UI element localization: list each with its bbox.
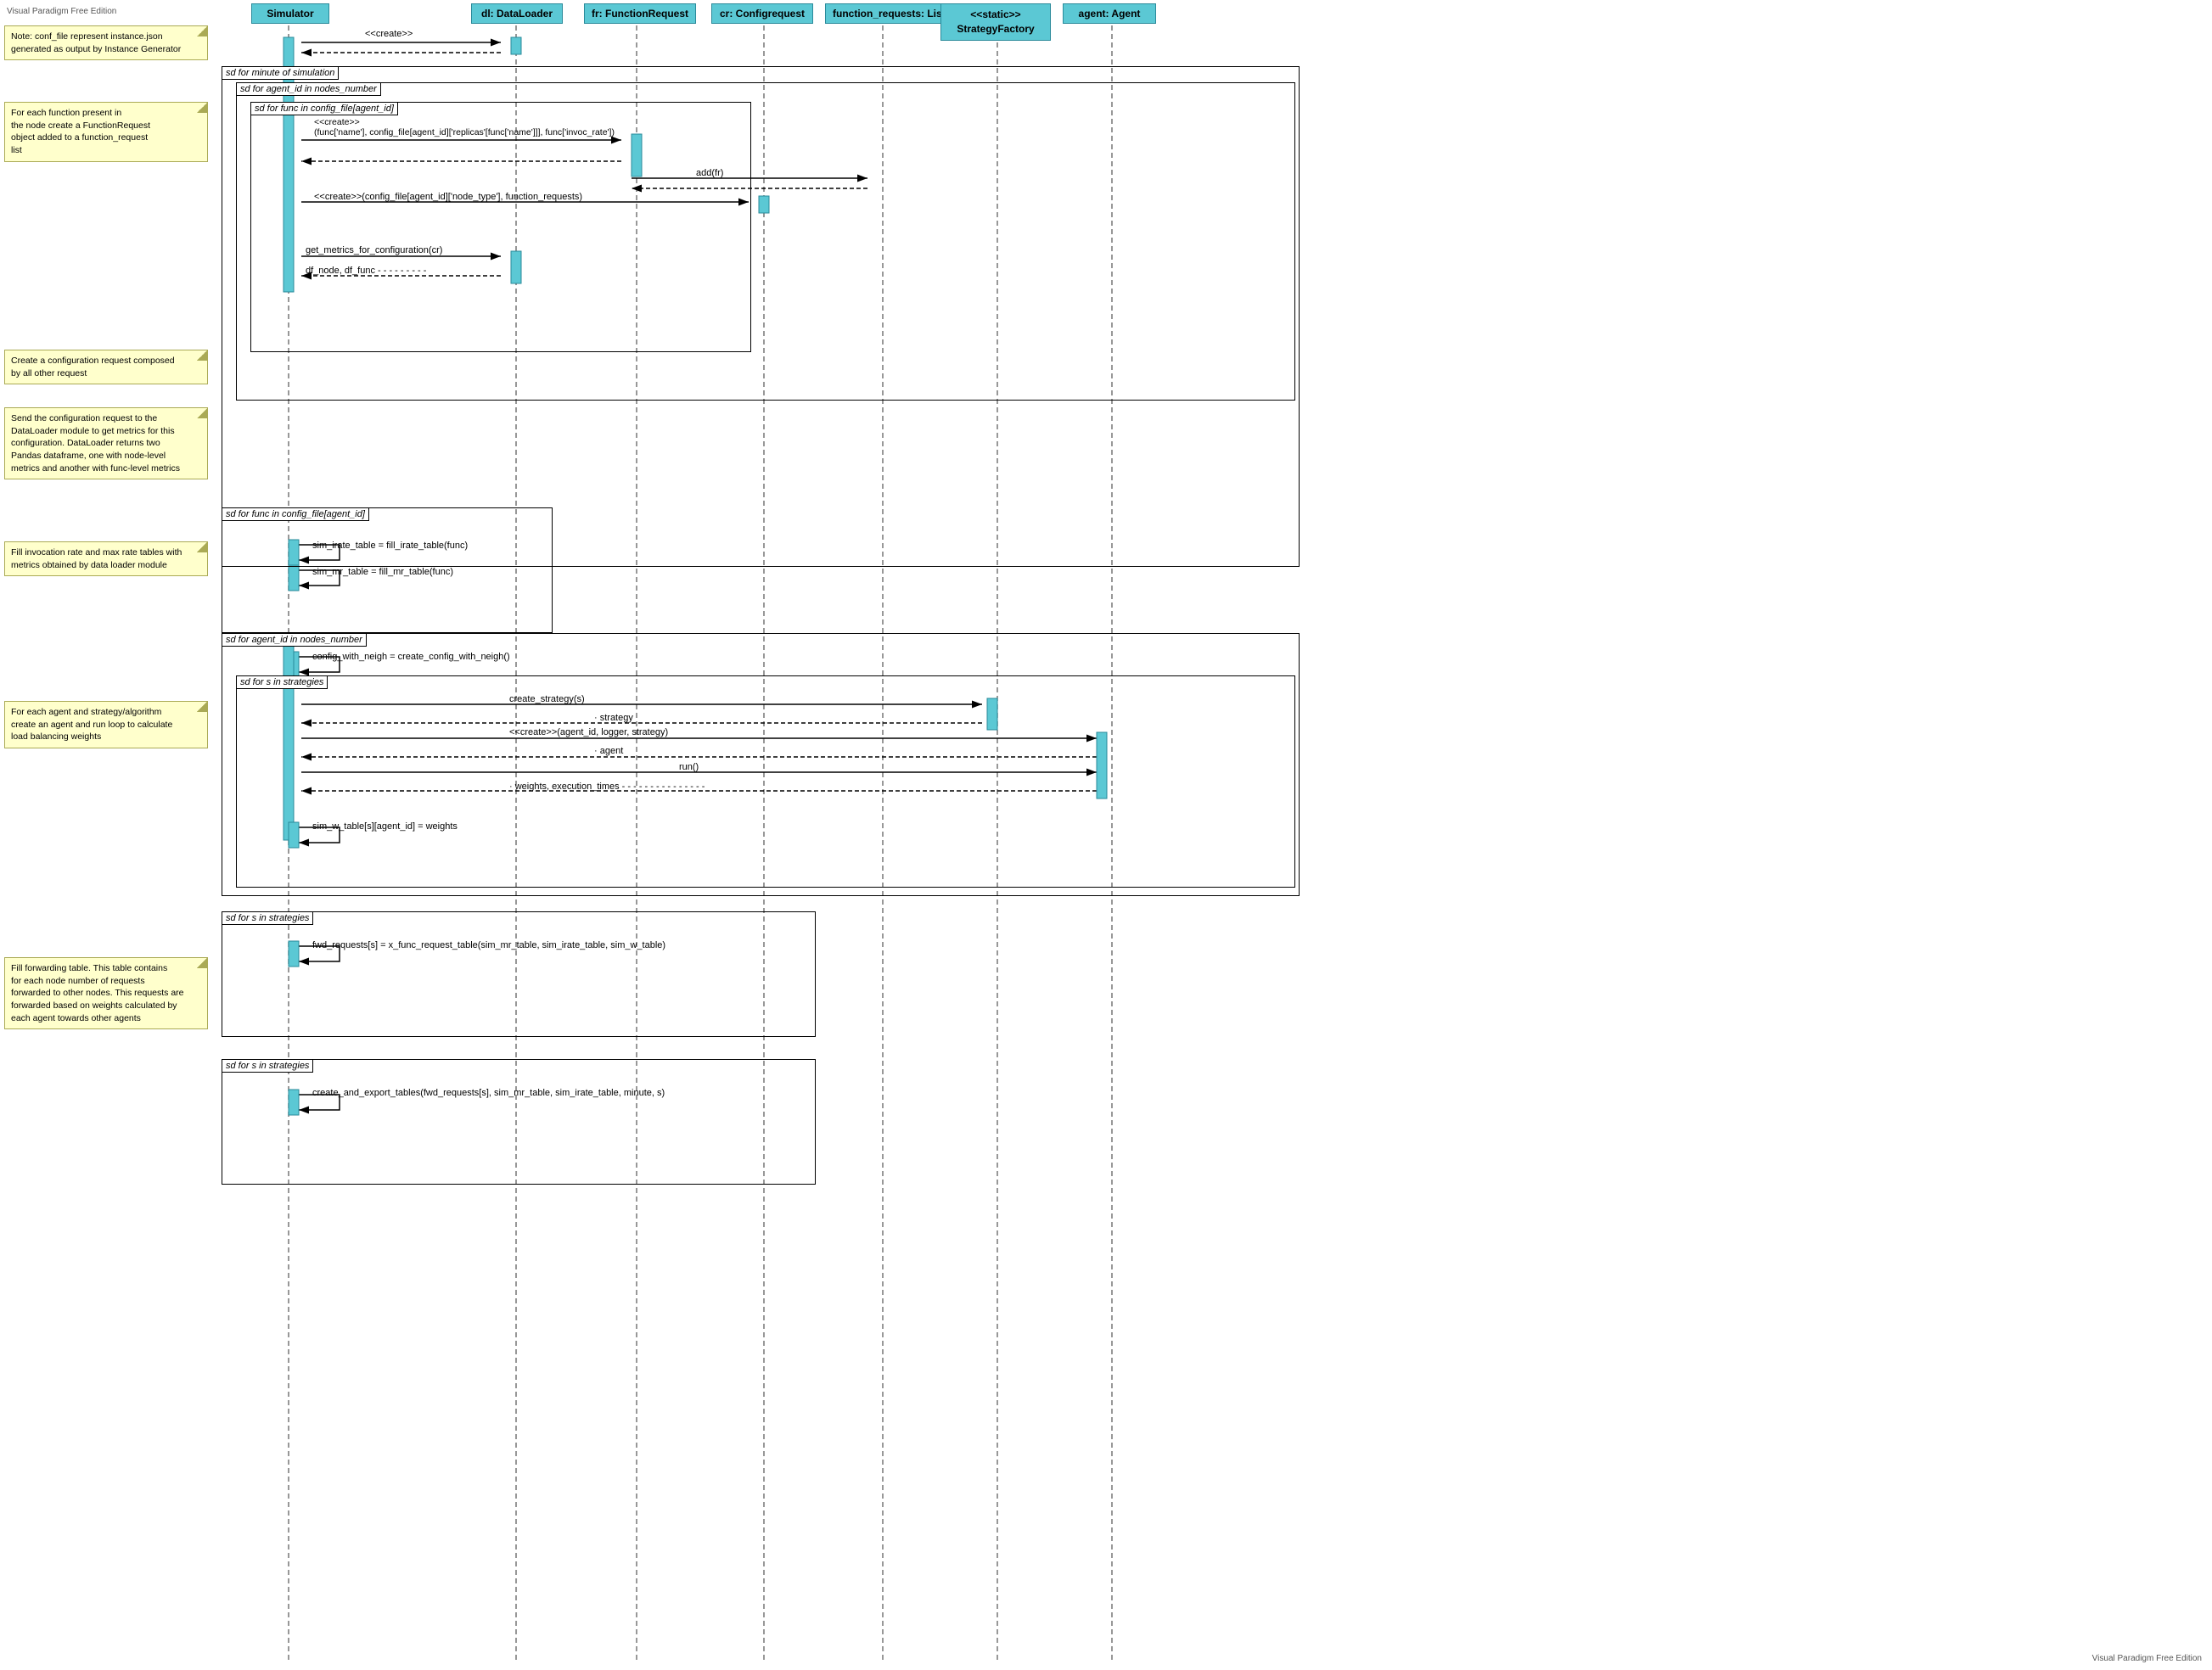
- sd-strategies1-label: sd for s in strategies: [236, 675, 328, 689]
- sd-func-config: sd for func in config_file[agent_id]: [250, 102, 751, 352]
- label-create1: <<create>>: [365, 29, 413, 39]
- sd-strategies3-label: sd for s in strategies: [222, 1059, 313, 1073]
- label-config-neigh: config_with_neigh = create_config_with_n…: [312, 652, 510, 662]
- note-forwarding: Fill forwarding table. This table contai…: [4, 957, 208, 1029]
- sd-agent-id-nodes2-label: sd for agent_id in nodes_number: [222, 633, 367, 647]
- note-function-request: For each function present inthe node cre…: [4, 102, 208, 162]
- lifeline-simulator: Simulator: [251, 3, 329, 24]
- label-fwd-requests: fwd_requests[s] = x_func_request_table(s…: [312, 940, 665, 950]
- note-conf-file: Note: conf_file represent instance.json …: [4, 25, 208, 60]
- label-create-strategy: create_strategy(s): [509, 694, 585, 704]
- sd-func-config-label: sd for func in config_file[agent_id]: [250, 102, 398, 115]
- lifeline-dl: dl: DataLoader: [471, 3, 563, 24]
- label-create-agent: <<create>>(agent_id, logger, strategy): [509, 727, 668, 737]
- sd-strategies1: sd for s in strategies: [236, 675, 1295, 888]
- label-get-metrics: get_metrics_for_configuration(cr): [306, 245, 442, 255]
- note-config-request: Create a configuration request composedb…: [4, 350, 208, 384]
- lifeline-function-requests: function_requests: List: [825, 3, 953, 24]
- watermark-top: Visual Paradigm Free Edition: [7, 7, 116, 16]
- label-create-export: create_and_export_tables(fwd_requests[s]…: [312, 1088, 665, 1098]
- note-dataloader: Send the configuration request to theDat…: [4, 407, 208, 479]
- label-weights-return: · weights, execution_times - - - - - - -…: [509, 782, 705, 792]
- lifeline-fr: fr: FunctionRequest: [584, 3, 696, 24]
- watermark-bottom: Visual Paradigm Free Edition: [2092, 1654, 2202, 1663]
- label-strategy-return: · strategy: [594, 713, 633, 723]
- sd-agent-id-label: sd for agent_id in nodes_number: [236, 82, 381, 96]
- note-fill-tables: Fill invocation rate and max rate tables…: [4, 541, 208, 576]
- label-irate: sim_irate_table = fill_irate_table(func): [312, 541, 468, 551]
- label-create-cr: <<create>>(config_file[agent_id]['node_t…: [314, 192, 582, 202]
- note-agent-strategy: For each agent and strategy/algorithmcre…: [4, 701, 208, 748]
- label-agent-return: · agent: [594, 746, 623, 756]
- lifeline-agent: agent: Agent: [1063, 3, 1156, 24]
- label-mr-table: sim_mr_table = fill_mr_table(func): [312, 567, 453, 577]
- lifeline-cr: cr: Configrequest: [711, 3, 813, 24]
- sd-strategies2-label: sd for s in strategies: [222, 911, 313, 925]
- label-add-fr: add(fr): [696, 168, 723, 178]
- label-df-return: df_node, df_func - - - - - - - - -: [306, 266, 426, 276]
- sd-minute-label: sd for minute of simulation: [222, 66, 339, 80]
- label-create-fr: <<create>> (func['name'], config_file[ag…: [314, 117, 615, 137]
- sd-strategies2: sd for s in strategies: [222, 911, 816, 1037]
- lifeline-strategy-factory: <<static>>StrategyFactory: [940, 3, 1051, 41]
- label-sim-w-table: sim_w_table[s][agent_id] = weights: [312, 821, 458, 832]
- diagram-area: Visual Paradigm Free Edition Visual Para…: [0, 0, 2212, 1670]
- label-run: run(): [679, 762, 699, 772]
- sd-strategies3: sd for s in strategies: [222, 1059, 816, 1185]
- sd-func-config2-label: sd for func in config_file[agent_id]: [222, 507, 369, 521]
